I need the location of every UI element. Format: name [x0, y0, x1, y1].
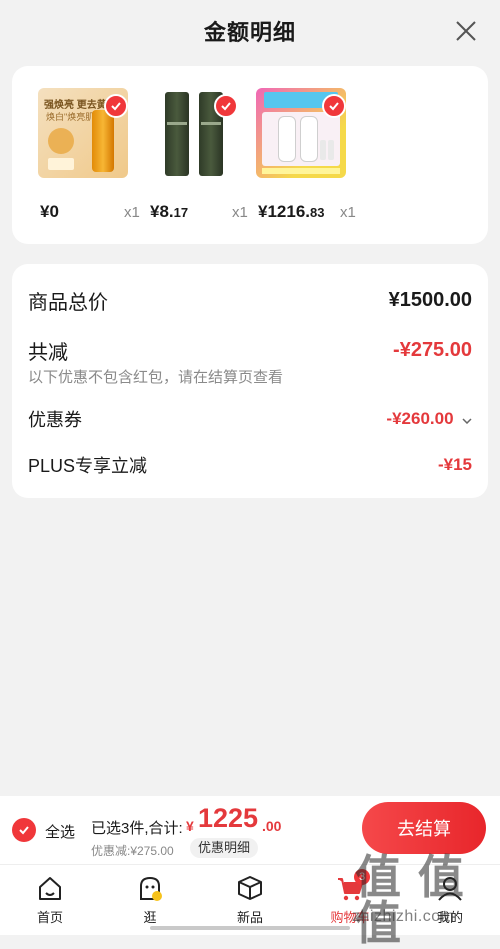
total-amount-decimal: .00	[262, 818, 282, 834]
tab-label: 首页	[36, 910, 63, 925]
price-summary-card: 商品总价 ¥1500.00 共减 -¥275.00 以下优惠不包含红包，请在结算…	[12, 264, 488, 498]
selected-check-icon[interactable]	[104, 94, 128, 118]
reduction-note: 以下优惠不包含红包，请在结算页查看	[28, 369, 284, 386]
select-all-label[interactable]: 全选	[45, 821, 75, 842]
select-all-check-icon[interactable]	[12, 818, 36, 842]
checkout-button[interactable]: 去结算	[362, 802, 486, 854]
plus-discount-row: PLUS专享立减 -¥15	[28, 452, 472, 478]
total-reduction-row: 共减 -¥275.00	[28, 336, 472, 365]
total-amount-integer: 1225	[198, 803, 259, 833]
home-indicator	[150, 926, 350, 930]
plus-discount-value: -¥15	[437, 455, 472, 474]
close-icon[interactable]	[452, 17, 480, 45]
tab-label: 新品	[236, 910, 263, 925]
product-quantity: x1	[340, 204, 356, 221]
products-card: 强焕亮 更去黄 焕白"焕亮肌" ¥0 x1 ¥8.17 x1 ¥1216.83 …	[12, 66, 488, 244]
coupon-value-wrap: -¥260.00	[386, 409, 472, 429]
product-quantity: x1	[232, 204, 248, 221]
selected-count-text: 已选3件,合计:	[91, 820, 183, 837]
total-reduction-value: -¥275.00	[393, 339, 472, 361]
tab-home[interactable]: 首页	[20, 873, 80, 926]
tab-label: 逛	[143, 910, 157, 925]
plus-discount-label: PLUS专享立减	[28, 456, 148, 476]
page-title: 金额明细	[203, 20, 296, 45]
watermark-logo: 值 值 值	[355, 851, 466, 949]
total-price-row: 商品总价 ¥1500.00	[28, 286, 472, 315]
product-price: ¥1216.83	[258, 202, 325, 221]
total-reduction-label: 共减	[28, 342, 68, 364]
coupon-value: -¥260.00	[386, 409, 454, 428]
home-icon	[39, 877, 61, 900]
saved-amount-text: 优惠减:¥275.00	[91, 844, 174, 858]
selected-check-icon[interactable]	[214, 94, 238, 118]
tab-browse[interactable]: 逛	[120, 873, 180, 926]
coupon-row[interactable]: 优惠券 -¥260.00	[28, 406, 472, 432]
total-price-value: ¥1500.00	[388, 289, 472, 311]
selected-check-icon[interactable]	[322, 94, 346, 118]
tab-new[interactable]: 新品	[220, 873, 280, 926]
chevron-down-icon[interactable]	[462, 413, 472, 427]
page-header: 金额明细	[0, 0, 500, 62]
product-price: ¥0	[40, 202, 59, 221]
browse-mascot-icon	[140, 876, 162, 901]
discount-detail-button[interactable]: 优惠明细	[190, 838, 259, 858]
total-currency-symbol: ¥	[186, 818, 194, 834]
box-icon	[238, 876, 262, 900]
product-quantity: x1	[124, 204, 140, 221]
product-price: ¥8.17	[150, 202, 189, 221]
total-price-label: 商品总价	[28, 292, 108, 314]
coupon-label: 优惠券	[28, 410, 82, 430]
watermark-url: zhizhizhi.com	[352, 908, 455, 925]
